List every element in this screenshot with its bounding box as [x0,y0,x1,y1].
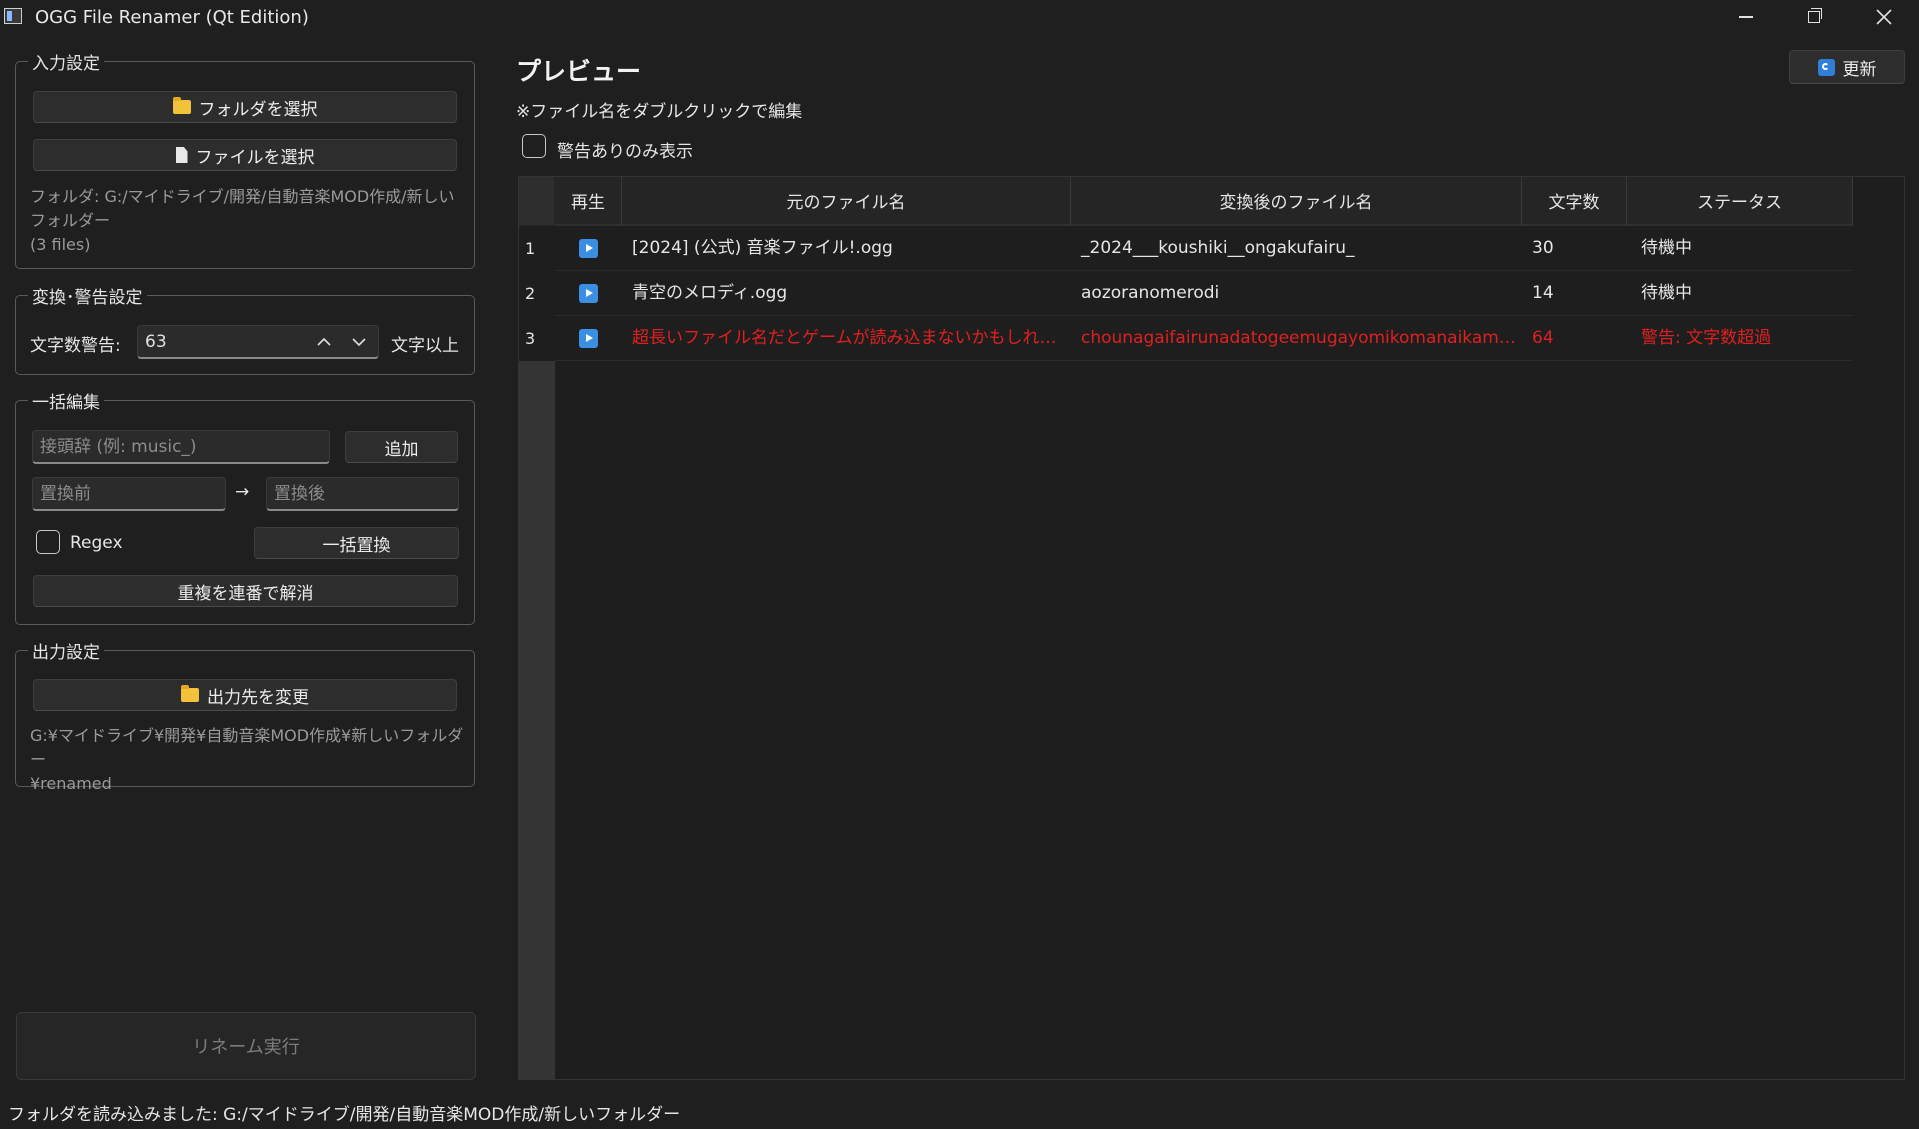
column-header-original[interactable]: 元のファイル名 [622,177,1071,226]
edit-hint: ※ファイル名をダブルクリックで編集 [516,102,803,122]
minimize-icon [1739,16,1753,18]
chevron-down-icon[interactable] [350,333,368,351]
refresh-icon [1817,58,1835,76]
original-filename-cell[interactable]: [2024] (公式) 音楽ファイル!.ogg [622,226,1071,271]
length-cell: 14 [1532,283,1554,303]
table-corner[interactable] [519,177,555,226]
replace-all-button[interactable]: 一括置換 [254,527,459,559]
select-file-button[interactable]: ファイルを選択 [33,139,457,171]
converted-filename-cell[interactable]: _2024___koushiki__ongakufairu_ [1071,226,1522,271]
warnings-only-checkbox[interactable] [522,134,546,158]
original-filename-cell[interactable]: 超長いファイル名だとゲームが読み込まないかもしれないテス... [622,316,1071,361]
arrow-icon: → [235,482,250,502]
change-output-button[interactable]: 出力先を変更 [33,679,457,711]
replace-from-input[interactable] [32,477,226,511]
converted-filename-cell[interactable]: aozoranomerodi [1071,271,1522,316]
prefix-input[interactable] [32,430,330,464]
char-warning-suffix: 文字以上 [391,336,459,356]
status-cell: 待機中 [1641,238,1692,258]
chevron-up-icon[interactable] [315,333,333,351]
column-header-status[interactable]: ステータス [1627,177,1853,226]
dedupe-button[interactable]: 重複を連番で解消 [33,575,458,607]
app-icon [4,8,22,24]
restore-button[interactable] [1778,0,1848,34]
length-cell: 64 [1532,328,1554,348]
table-row[interactable]: 1 [2024] (公式) 音楽ファイル!.ogg _2024___koushi… [519,226,1853,271]
play-icon[interactable] [579,284,598,303]
row-number: 1 [519,226,555,271]
minimize-button[interactable] [1710,0,1780,34]
table-row[interactable]: 2 青空のメロディ.ogg aozoranomerodi 14 待機中 [519,271,1853,316]
batch-edit-title: 一括編集 [28,388,104,413]
convert-settings-title: 変換･警告設定 [28,283,147,308]
batch-edit-group: 一括編集 追加 → Regex 一括置換 重複を連番で解消 [15,388,475,625]
converted-filename-cell[interactable]: chounagaifairunadatogeemugayomikomanaika… [1071,316,1522,361]
row-number: 3 [519,316,555,361]
add-prefix-button[interactable]: 追加 [345,431,458,463]
status-bar: フォルダを読み込みました: G:/マイドライブ/開発/自動音楽MOD作成/新しい… [8,1105,681,1125]
regex-label: Regex [70,533,123,553]
output-settings-title: 出力設定 [28,638,104,663]
char-warning-spinbox[interactable] [137,325,379,359]
char-warning-label: 文字数警告: [30,336,121,356]
play-icon[interactable] [579,329,598,348]
window-title: OGG File Renamer (Qt Edition) [35,7,309,28]
column-header-play[interactable]: 再生 [555,177,622,226]
folder-info: フォルダ: G:/マイドライブ/開発/自動音楽MOD作成/新しい フォルダー (… [30,187,455,254]
refresh-button[interactable]: 更新 [1789,50,1905,84]
preview-title: プレビュー [516,57,642,86]
input-settings-group: 入力設定 フォルダを選択 ファイルを選択 フォルダ: G:/マイドライブ/開発/… [15,49,475,269]
folder-icon [181,685,199,702]
title-bar: OGG File Renamer (Qt Edition) [0,0,1919,34]
status-cell: 待機中 [1641,283,1692,303]
input-settings-title: 入力設定 [28,49,104,74]
char-warning-input[interactable] [137,325,379,359]
close-icon [1876,9,1892,25]
play-icon[interactable] [579,239,598,258]
close-button[interactable] [1849,0,1919,34]
column-header-converted[interactable]: 変換後のファイル名 [1071,177,1522,226]
column-header-length[interactable]: 文字数 [1522,177,1627,226]
select-folder-label: フォルダを選択 [198,99,318,120]
status-cell: 警告: 文字数超過 [1641,328,1772,348]
preview-table[interactable]: 再生 元のファイル名 変換後のファイル名 文字数 ステータス 1 [2024] … [518,176,1905,1080]
folder-icon [172,97,191,114]
select-folder-button[interactable]: フォルダを選択 [33,91,457,123]
length-cell: 30 [1532,238,1554,258]
original-filename-cell[interactable]: 青空のメロディ.ogg [622,271,1071,316]
warnings-only-label: 警告ありのみ表示 [557,142,693,162]
regex-checkbox[interactable] [36,530,60,554]
output-settings-group: 出力設定 出力先を変更 G:¥マイドライブ¥開発¥自動音楽MOD作成¥新しいフォ… [15,638,475,793]
select-file-label: ファイルを選択 [195,147,315,168]
replace-to-input[interactable] [266,477,459,511]
output-path: G:¥マイドライブ¥開発¥自動音楽MOD作成¥新しいフォルダー ¥renamed [30,726,464,793]
rename-run-button[interactable]: リネーム実行 [16,1012,476,1080]
file-icon [175,147,188,163]
table-row-warning[interactable]: 3 超長いファイル名だとゲームが読み込まないかもしれないテス... chouna… [519,316,1853,361]
row-number: 2 [519,271,555,316]
